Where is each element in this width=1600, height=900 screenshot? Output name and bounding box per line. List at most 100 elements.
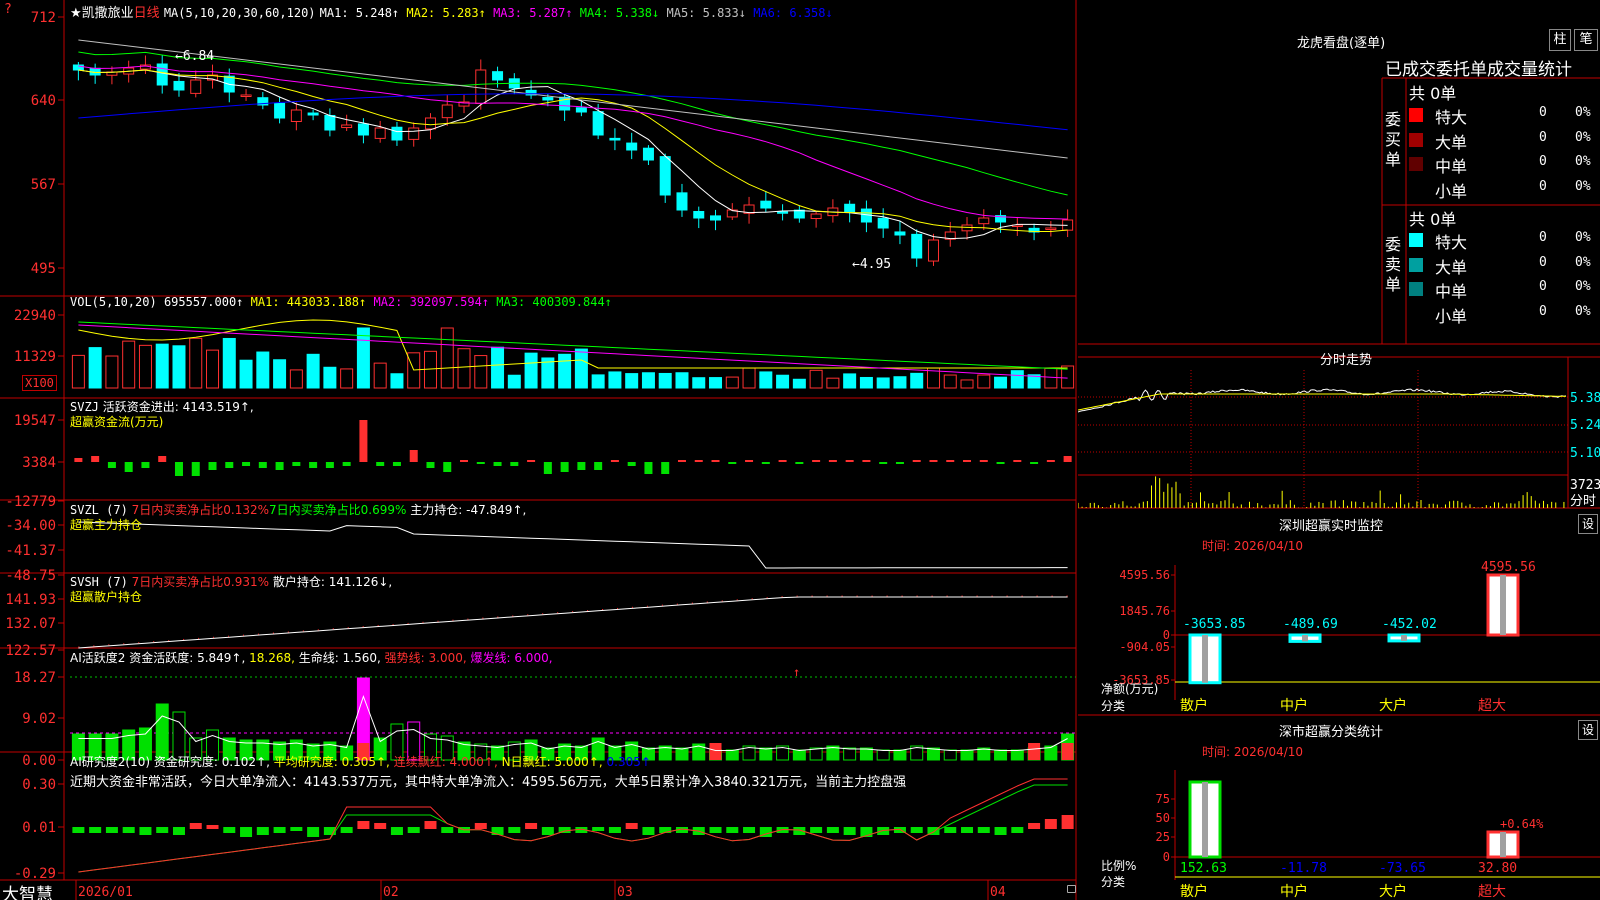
ai-active-v2: 18.268,	[249, 651, 295, 665]
intraday-vol-tick: 37232	[1570, 478, 1600, 493]
ai-research-bar	[307, 827, 320, 837]
volume-bar	[692, 377, 706, 389]
svzj-bar	[392, 462, 401, 466]
svzj-bar	[929, 460, 938, 462]
svzj-bar	[694, 460, 703, 462]
volume-bar	[876, 377, 890, 389]
volume-bar	[943, 374, 957, 389]
ai-active-bar	[792, 749, 806, 761]
volume-bar	[373, 362, 387, 389]
sell-order-row: 大单 0 0%	[1409, 254, 1600, 279]
buy-order-name: 中单	[1435, 157, 1468, 176]
price-candle	[844, 203, 856, 213]
svzj-bar	[91, 456, 100, 462]
ai-research-bar	[743, 827, 756, 833]
ma-value-6: MA6: 6.358↓	[745, 6, 833, 20]
stock-name[interactable]: ★凯撒旅业	[70, 6, 134, 21]
volume-bar	[88, 347, 102, 389]
ai-active-bar	[675, 747, 689, 761]
volume-bar	[206, 349, 220, 389]
svzj-bar	[493, 462, 502, 466]
category-label: 散户	[1180, 883, 1208, 900]
svzj-bar	[644, 462, 653, 474]
price-candle	[894, 231, 906, 236]
volume-bar	[105, 355, 119, 389]
ai-research-bar	[1011, 827, 1024, 833]
svzj-bar	[342, 462, 351, 466]
alert-flag[interactable]: ?	[4, 2, 12, 17]
x-axis-label: 03	[617, 885, 633, 900]
sell-order-percent: 0%	[1575, 230, 1591, 245]
svzj-bar	[258, 462, 267, 468]
ai-arrow-marker: ↑	[793, 665, 800, 679]
volume-bar	[71, 354, 85, 389]
svzl-axis-label: -41.37	[5, 543, 56, 559]
sell-order-name: 特大	[1435, 233, 1468, 252]
brand-label[interactable]: 大智慧	[2, 880, 53, 900]
volume-bar	[826, 377, 840, 389]
period-label[interactable]: 日线	[134, 6, 160, 21]
svzj-axis-label: -12779	[5, 494, 56, 510]
sell-order-count: 0	[1539, 279, 1547, 294]
ai-research-bar	[877, 827, 890, 835]
svsh-marker-dots	[78, 595, 1068, 648]
sell-order-row: 中单 0 0%	[1409, 278, 1600, 303]
ai-research-bar	[642, 827, 655, 835]
svsh-line	[78, 596, 1068, 649]
price-candle	[676, 192, 688, 211]
svsh-seg1: 7日内买卖净占比0.931%	[131, 575, 270, 589]
ai-research-bar	[407, 827, 420, 833]
volume-bar	[222, 337, 236, 389]
ai-research-bar	[826, 827, 839, 833]
volume-bar	[809, 369, 823, 389]
price-candle	[173, 80, 185, 91]
ai-research-v4: N日飘红: 5.000↑,	[501, 755, 603, 769]
svsh-title: SVSH (7)	[70, 575, 128, 589]
sell-order-percent: 0%	[1575, 303, 1591, 319]
ai-research-axis-label: 0.30	[22, 777, 56, 793]
svzj-bar	[745, 460, 754, 462]
ai-active-header: AI活跃度2 资金活跃度: 5.849↑, 18.268, 生命线: 1.560…	[70, 649, 553, 666]
ai-research-bar	[977, 827, 990, 833]
monitor-y-tick: 1845.76	[1119, 604, 1170, 618]
buy-order-percent: 0%	[1575, 105, 1591, 120]
buy-order-row: 大单 0 0%	[1409, 129, 1600, 154]
lock-icon[interactable]	[1067, 885, 1076, 893]
svzj-bar	[862, 460, 871, 462]
volume-bar	[625, 373, 639, 389]
volume-bar	[859, 376, 873, 389]
monitor-y-tick: 4595.56	[1119, 568, 1170, 582]
ai-research-bar	[1028, 823, 1041, 829]
category-value-label: -11.78	[1280, 861, 1327, 876]
volume-bar	[558, 353, 572, 389]
svzj-bar	[409, 450, 418, 462]
sell-order-name: 大单	[1435, 257, 1468, 277]
sz-category-settings-button[interactable]: 设	[1578, 720, 1598, 740]
category-value-label: 152.63	[1180, 861, 1227, 876]
svsh-axis-label: 141.93	[5, 592, 56, 608]
volume-bar	[1044, 367, 1058, 389]
price-candle	[72, 64, 84, 71]
svzj-bar	[812, 460, 821, 462]
intraday-price-tick: 5.240	[1570, 418, 1600, 433]
category-value-label: -73.65	[1379, 861, 1426, 876]
ai-research-bar	[105, 827, 118, 833]
ma-value-2: MA2: 5.283↑	[399, 6, 486, 20]
volume-bar	[725, 376, 739, 389]
svzj-bar	[191, 462, 200, 476]
monitor-y-tick: -904.05	[1119, 640, 1170, 654]
svzl-line	[78, 521, 1068, 569]
volume-bar	[474, 355, 488, 389]
sell-order-count: 0	[1539, 254, 1547, 270]
sell-order-row: 特大 0 0%	[1409, 229, 1600, 254]
svzj-bar	[158, 456, 167, 462]
sell-order-name: 中单	[1435, 282, 1468, 301]
ai-research-bar	[1044, 819, 1057, 829]
sz-monitor-settings-button[interactable]: 设	[1578, 514, 1598, 534]
volume-unit-badge[interactable]: X100	[22, 375, 57, 391]
tick-mode-button[interactable]: 笔	[1574, 29, 1598, 51]
bar-mode-button[interactable]: 柱	[1549, 29, 1571, 51]
buy-order-color-swatch	[1409, 132, 1423, 147]
category-label: 超大	[1478, 884, 1506, 900]
svzj-bar	[359, 420, 368, 462]
